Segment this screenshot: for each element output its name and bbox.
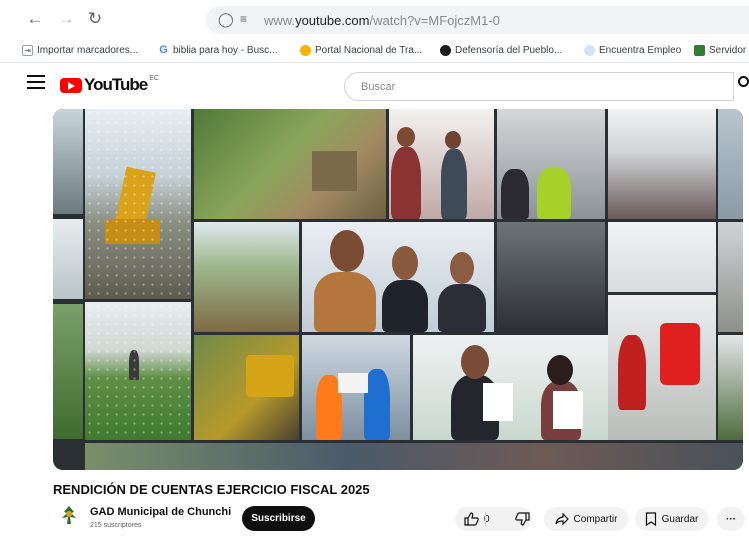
collage-tile — [718, 335, 743, 440]
collage-tile-slope — [194, 222, 299, 332]
collage-tile-delivery — [302, 335, 410, 440]
collage-tile-certificates — [413, 335, 608, 440]
url-path: /watch?v=MFojczM1-0 — [369, 13, 500, 28]
import-icon: ⇥ — [22, 45, 33, 56]
search-input[interactable]: Buscar — [344, 72, 734, 101]
more-icon: ··· — [726, 513, 736, 525]
reload-icon[interactable]: ↻ — [84, 8, 106, 30]
channel-name[interactable]: GAD Municipal de Chunchi — [90, 506, 231, 518]
url-domain: youtube.com — [295, 13, 370, 28]
bookmark-label: Portal Nacional de Tra... — [315, 45, 423, 56]
shield-icon[interactable]: ◯ — [218, 11, 234, 28]
save-button[interactable]: Guardar — [635, 507, 708, 531]
collage-tile-audience — [608, 109, 716, 219]
country-code: EC — [149, 74, 159, 82]
save-label: Guardar — [661, 513, 699, 525]
search-placeholder: Buscar — [361, 81, 396, 93]
browser-toolbar: ← → ↻ ◯ ≡ www.youtube.com/watch?v=MFojcz… — [0, 0, 749, 40]
portal-icon — [300, 45, 311, 56]
share-label: Compartir — [573, 513, 618, 525]
forward-arrow-icon[interactable]: → — [55, 8, 77, 30]
google-icon: G — [159, 44, 168, 56]
bookmark-label: Encuentra Empleo — [599, 45, 682, 56]
share-icon — [554, 513, 569, 525]
defensoria-icon — [440, 45, 451, 56]
site-settings-icon[interactable]: ≡ — [240, 12, 247, 26]
url-prefix: www. — [264, 13, 296, 28]
video-title: RENDICIÓN DE CUENTAS EJERCICIO FISCAL 20… — [53, 482, 370, 497]
bookmark-portal[interactable]: Portal Nacional de Tra... — [300, 45, 422, 56]
collage-tile-excavator — [85, 109, 191, 299]
share-button[interactable]: Compartir — [544, 507, 628, 531]
back-arrow-icon[interactable]: ← — [24, 8, 46, 30]
bookmark-importar[interactable]: ⇥ Importar marcadores... — [22, 45, 138, 56]
bookmarks-bar: ⇥ Importar marcadores... G biblia para h… — [0, 41, 749, 63]
search-icon[interactable] — [738, 76, 749, 87]
collage-tile — [53, 219, 83, 299]
bookmark-defensoria[interactable]: Defensoría del Pueblo... — [440, 45, 562, 56]
youtube-logo[interactable]: YouTube EC — [60, 75, 159, 95]
bookmark-empleo[interactable]: Encuentra Empleo — [584, 45, 681, 56]
bookmark-label: Defensoría del Pueblo... — [455, 45, 563, 56]
like-divider — [485, 512, 486, 526]
like-icon[interactable] — [464, 512, 479, 526]
collage-tile — [53, 109, 83, 214]
bookmark-servidor[interactable]: Servidor — [694, 45, 746, 56]
collage-tile-bottom — [85, 443, 743, 470]
collage-tile-office — [497, 109, 605, 219]
collage-tile — [53, 304, 83, 439]
collage-tile-table — [497, 222, 605, 332]
url-text[interactable]: www.youtube.com/watch?v=MFojczM1-0 — [264, 13, 500, 28]
like-dislike-group: 0 — [455, 507, 532, 531]
empleo-icon — [584, 45, 595, 56]
collage-tile-landslide — [194, 109, 386, 219]
more-actions-button[interactable]: ··· — [717, 507, 745, 531]
menu-icon[interactable] — [27, 75, 45, 89]
video-player[interactable] — [53, 109, 743, 470]
address-bar[interactable]: ◯ ≡ www.youtube.com/watch?v=MFojczM1-0 — [206, 6, 749, 34]
collage-tile — [718, 222, 743, 332]
save-icon — [645, 512, 656, 526]
collage-tile-fog — [608, 222, 716, 292]
servidor-icon — [694, 45, 705, 56]
youtube-header: YouTube EC Buscar — [0, 66, 749, 106]
bookmark-label: Importar marcadores... — [37, 45, 139, 56]
collage-tile-bin — [608, 295, 716, 440]
collage-tile-loader — [194, 335, 299, 440]
collage-tile — [718, 109, 743, 219]
youtube-play-icon — [60, 77, 82, 93]
bookmark-biblia[interactable]: G biblia para hoy - Busc... — [158, 44, 278, 57]
collage-tile-officials — [302, 222, 494, 332]
bookmark-label: biblia para hoy - Busc... — [173, 45, 278, 56]
collage-tile-field — [85, 302, 191, 440]
subscribe-button[interactable]: Suscribirse — [242, 506, 315, 531]
collage-tile-survey — [389, 109, 494, 219]
bookmark-label: Servidor — [709, 45, 747, 56]
youtube-logo-text: YouTube — [84, 75, 148, 94]
channel-avatar[interactable] — [59, 505, 79, 525]
dislike-icon[interactable] — [514, 512, 530, 526]
subscriber-count: 215 suscriptores — [90, 522, 142, 529]
